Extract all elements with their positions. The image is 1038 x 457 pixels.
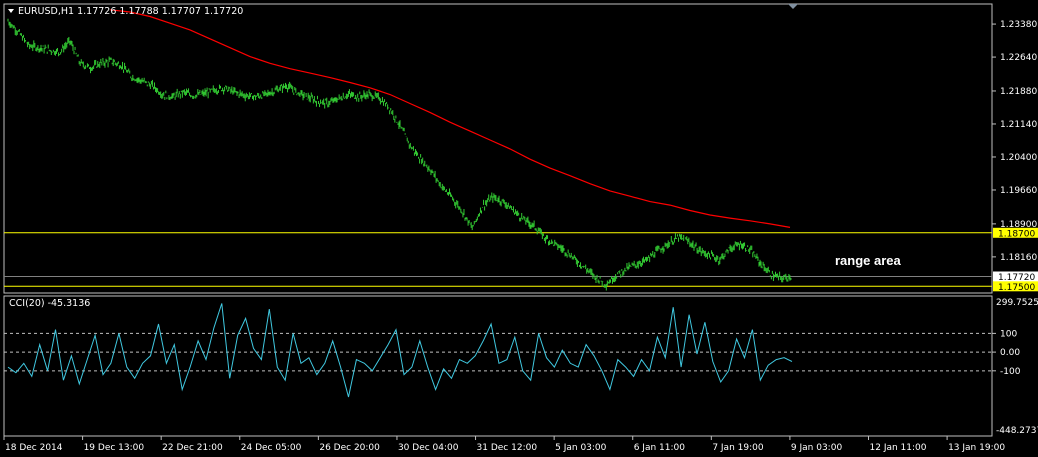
cci-tick-label: 100 bbox=[1000, 329, 1017, 339]
time-tick-label: 18 Dec 2014 bbox=[5, 443, 63, 453]
level-label: 1.17500 bbox=[998, 283, 1035, 293]
cci-pane-border bbox=[3, 295, 993, 437]
cci-title: CCI(20) -45.3136 bbox=[9, 298, 90, 309]
time-tick-label: 13 Jan 19:00 bbox=[948, 443, 1005, 453]
time-tick-label: 26 Dec 20:00 bbox=[319, 443, 380, 453]
menu-triangle-icon bbox=[8, 9, 14, 13]
time-tick-label: 5 Jan 03:00 bbox=[555, 443, 607, 453]
time-tick-label: 7 Jan 19:00 bbox=[712, 443, 764, 453]
time-tick-label: 30 Dec 04:00 bbox=[398, 443, 459, 453]
time-tick-label: 22 Dec 21:00 bbox=[162, 443, 223, 453]
time-tick-label: 19 Dec 13:00 bbox=[84, 443, 145, 453]
price-tick-label: 1.21140 bbox=[1000, 120, 1037, 130]
chart-window[interactable]: 1.18700 1.17720 1.17500 range area 1.23380 1… bbox=[0, 0, 1038, 457]
chart-canvas[interactable]: 1.187001.177201.17500range area 1.233801… bbox=[0, 0, 1038, 457]
price-tick-label: 1.20400 bbox=[1000, 153, 1037, 163]
time-tick-label: 24 Dec 05:00 bbox=[241, 443, 302, 453]
price-pane-border bbox=[3, 3, 993, 294]
cci-max-label: 299.7525 bbox=[996, 298, 1038, 308]
time-tick-label: 9 Jan 03:00 bbox=[791, 443, 843, 453]
cci-line bbox=[7, 303, 793, 398]
price-tick-label: 1.21880 bbox=[1000, 87, 1037, 97]
shift-marker-icon bbox=[788, 4, 798, 9]
level-label: 1.18700 bbox=[998, 229, 1035, 239]
price-tick-label: 1.18900 bbox=[1000, 220, 1037, 230]
range-annotation: range area bbox=[835, 253, 902, 268]
price-tick-label: 1.23380 bbox=[1000, 20, 1037, 30]
symbol-label: EURUSD,H1 1.17726 1.17788 1.17707 1.1772… bbox=[18, 6, 243, 17]
cci-tick-label: 0.00 bbox=[1000, 348, 1020, 358]
time-tick-label: 31 Dec 12:00 bbox=[477, 443, 538, 453]
time-tick-label: 12 Jan 11:00 bbox=[870, 443, 927, 453]
time-tick-label: 6 Jan 11:00 bbox=[634, 443, 686, 453]
moving-average-line bbox=[109, 9, 791, 228]
price-tick-label: 1.18160 bbox=[1000, 253, 1037, 263]
price-tick-label: 1.19660 bbox=[1000, 186, 1037, 196]
cci-tick-label: -100 bbox=[1000, 367, 1021, 377]
cci-min-label: -448.2737 bbox=[996, 426, 1038, 436]
price-tick-label: 1.22640 bbox=[1000, 53, 1037, 63]
